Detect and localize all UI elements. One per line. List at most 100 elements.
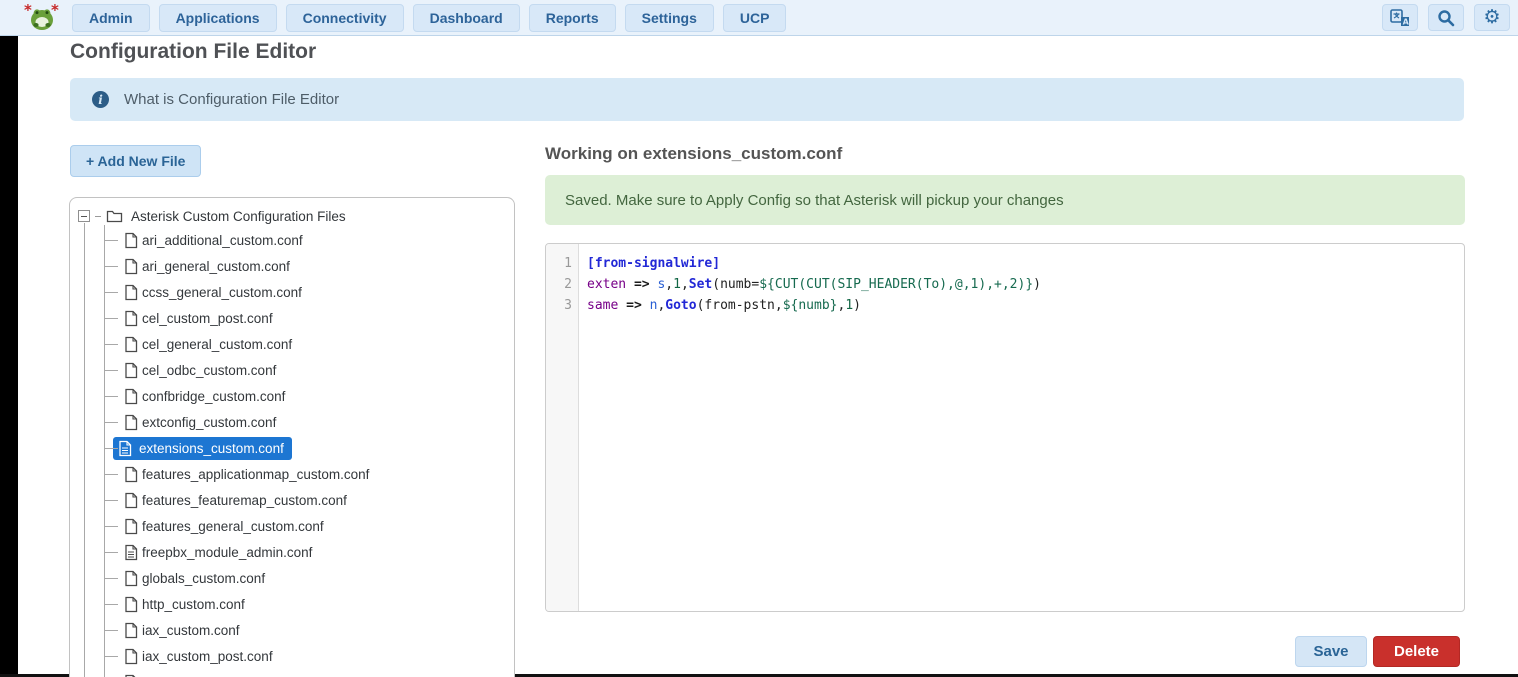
file-name: iax_custom_post.conf bbox=[142, 649, 273, 664]
tree-file-item-features_applicationmap_custom.conf[interactable]: features_applicationmap_custom.conf bbox=[70, 461, 514, 487]
tree-file-item-confbridge_custom.conf[interactable]: confbridge_custom.conf bbox=[70, 383, 514, 409]
tree-file-item-extconfig_custom.conf[interactable]: extconfig_custom.conf bbox=[70, 409, 514, 435]
tree-file-item-ari_general_custom.conf[interactable]: ari_general_custom.conf bbox=[70, 253, 514, 279]
tree-connector bbox=[104, 604, 118, 605]
tree-connector bbox=[104, 344, 118, 345]
nav-item-settings[interactable]: Settings bbox=[625, 4, 714, 32]
info-icon: i bbox=[92, 91, 109, 108]
tree-root-node[interactable]: Asterisk Custom Configuration Files bbox=[70, 205, 514, 227]
tree-connector bbox=[104, 656, 118, 657]
tree-children: ari_additional_custom.conf ari_general_c… bbox=[70, 227, 514, 677]
code-editor[interactable]: 123 [from-signalwire]exten => s,1,Set(nu… bbox=[545, 243, 1465, 612]
file-text-icon bbox=[124, 544, 138, 561]
tree-connector bbox=[104, 292, 118, 293]
file-tree-panel: Asterisk Custom Configuration Files ari_… bbox=[69, 197, 515, 677]
file-name: globals_custom.conf bbox=[142, 571, 265, 586]
file-blank-icon bbox=[124, 492, 138, 509]
file-blank-icon bbox=[124, 258, 138, 275]
nav-item-applications[interactable]: Applications bbox=[159, 4, 277, 32]
tree-root-label: Asterisk Custom Configuration Files bbox=[131, 209, 346, 224]
add-new-file-button[interactable]: + Add New File bbox=[70, 145, 201, 177]
file-blank-icon bbox=[124, 622, 138, 639]
tree-connector bbox=[104, 500, 118, 501]
tree-file-item-cel_general_custom.conf[interactable]: cel_general_custom.conf bbox=[70, 331, 514, 357]
file-name: features_general_custom.conf bbox=[142, 519, 324, 534]
file-blank-icon bbox=[124, 648, 138, 665]
nav-item-connectivity[interactable]: Connectivity bbox=[286, 4, 404, 32]
line-number-gutter: 123 bbox=[546, 244, 579, 611]
gear-icon[interactable]: ⚙ bbox=[1474, 4, 1510, 31]
code-line: same => n,Goto(from-pstn,${numb},1) bbox=[587, 295, 1464, 316]
tree-file-item-features_general_custom.conf[interactable]: features_general_custom.conf bbox=[70, 513, 514, 539]
file-name: http_custom.conf bbox=[142, 597, 245, 612]
tree-file-item-http_custom.conf[interactable]: http_custom.conf bbox=[70, 591, 514, 617]
tree-connector bbox=[104, 526, 118, 527]
tree-file-item-cel_custom_post.conf[interactable]: cel_custom_post.conf bbox=[70, 305, 514, 331]
nav-item-reports[interactable]: Reports bbox=[529, 4, 616, 32]
saved-alert: Saved. Make sure to Apply Config so that… bbox=[545, 175, 1465, 225]
tree-connector bbox=[104, 422, 118, 423]
file-name: ari_additional_custom.conf bbox=[142, 233, 303, 248]
tree-file-item-globals_custom.conf[interactable]: globals_custom.conf bbox=[70, 565, 514, 591]
code-line: [from-signalwire] bbox=[587, 253, 1464, 274]
tree-file-item-ari_additional_custom.conf[interactable]: ari_additional_custom.conf bbox=[70, 227, 514, 253]
selected-file-highlight: extensions_custom.conf bbox=[113, 437, 292, 460]
file-name: extensions_custom.conf bbox=[139, 441, 284, 456]
file-blank-icon bbox=[124, 466, 138, 483]
folder-icon bbox=[106, 209, 123, 223]
tree-connector bbox=[104, 448, 118, 449]
help-toggle-bar[interactable]: i What is Configuration File Editor bbox=[70, 78, 1464, 121]
file-blank-icon bbox=[124, 596, 138, 613]
tree-connector bbox=[104, 370, 118, 371]
file-blank-icon bbox=[124, 518, 138, 535]
tree-connector bbox=[104, 578, 118, 579]
file-name: features_applicationmap_custom.conf bbox=[142, 467, 369, 482]
code-text-area[interactable]: [from-signalwire]exten => s,1,Set(numb=$… bbox=[579, 244, 1464, 611]
code-line: exten => s,1,Set(numb=${CUT(CUT(SIP_HEAD… bbox=[587, 274, 1464, 295]
top-navbar: * * Admin Applications Connectivity Dashboa… bbox=[0, 0, 1518, 36]
tree-connector bbox=[104, 266, 118, 267]
file-name: cel_odbc_custom.conf bbox=[142, 363, 276, 378]
nav-right-icons: A ⚙ bbox=[1382, 4, 1510, 31]
tree-connector bbox=[104, 630, 118, 631]
file-name: cel_general_custom.conf bbox=[142, 337, 292, 352]
translate-icon[interactable]: A bbox=[1382, 4, 1418, 31]
search-icon[interactable] bbox=[1428, 4, 1464, 31]
delete-button[interactable]: Delete bbox=[1373, 636, 1460, 667]
nav-item-ucp[interactable]: UCP bbox=[723, 4, 787, 32]
file-blank-icon bbox=[124, 570, 138, 587]
svg-text:A: A bbox=[1403, 17, 1410, 26]
working-on-heading: Working on extensions_custom.conf bbox=[545, 144, 842, 164]
tree-file-item-cel_odbc_custom.conf[interactable]: cel_odbc_custom.conf bbox=[70, 357, 514, 383]
left-screen-edge bbox=[0, 36, 18, 677]
collapse-expander-icon[interactable] bbox=[78, 210, 90, 222]
help-toggle-label: What is Configuration File Editor bbox=[124, 91, 339, 108]
tree-file-item-partial[interactable] bbox=[70, 669, 514, 677]
freepbx-logo-icon[interactable]: * * bbox=[24, 3, 60, 33]
tree-file-item-features_featuremap_custom.conf[interactable]: features_featuremap_custom.conf bbox=[70, 487, 514, 513]
tree-connector bbox=[95, 216, 101, 217]
file-blank-icon bbox=[124, 310, 138, 327]
file-blank-icon bbox=[124, 362, 138, 379]
tree-file-item-ccss_general_custom.conf[interactable]: ccss_general_custom.conf bbox=[70, 279, 514, 305]
saved-alert-text: Saved. Make sure to Apply Config so that… bbox=[565, 192, 1064, 209]
tree-connector bbox=[104, 240, 118, 241]
file-blank-icon bbox=[124, 336, 138, 353]
file-blank-icon bbox=[124, 284, 138, 301]
tree-file-item-iax_custom_post.conf[interactable]: iax_custom_post.conf bbox=[70, 643, 514, 669]
page-title: Configuration File Editor bbox=[70, 40, 316, 64]
file-name: features_featuremap_custom.conf bbox=[142, 493, 347, 508]
file-name: iax_custom.conf bbox=[142, 623, 240, 638]
nav-item-dashboard[interactable]: Dashboard bbox=[413, 4, 520, 32]
tree-file-item-extensions_custom.conf[interactable]: extensions_custom.conf bbox=[70, 435, 514, 461]
nav-items: Admin Applications Connectivity Dashboard Re… bbox=[72, 4, 786, 32]
file-name: extconfig_custom.conf bbox=[142, 415, 276, 430]
tree-file-item-iax_custom.conf[interactable]: iax_custom.conf bbox=[70, 617, 514, 643]
tree-file-item-freepbx_module_admin.conf[interactable]: freepbx_module_admin.conf bbox=[70, 539, 514, 565]
nav-item-admin[interactable]: Admin bbox=[72, 4, 150, 32]
file-name: cel_custom_post.conf bbox=[142, 311, 273, 326]
file-blank-icon bbox=[124, 232, 138, 249]
svg-text:*: * bbox=[24, 3, 32, 19]
file-name: ccss_general_custom.conf bbox=[142, 285, 302, 300]
save-button[interactable]: Save bbox=[1295, 636, 1367, 667]
